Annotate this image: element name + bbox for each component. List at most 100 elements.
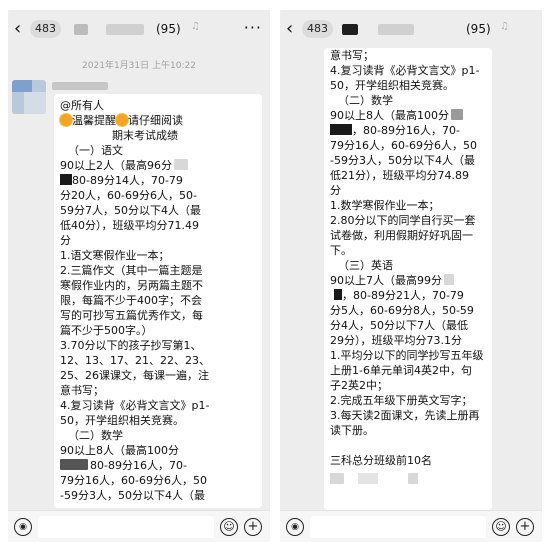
sun-emoji-icon [116,114,128,126]
message-line: 4.复习读背《必背文言文》p1- [60,399,210,412]
sender-avatar[interactable] [12,80,46,114]
back-arrow-icon[interactable]: ‹ [14,19,28,39]
input-bar: ◉ ☺ + [8,510,270,542]
message-line: （二）数学 [68,429,123,442]
message-line: 79分16人，60-69分6人，50 [60,474,207,487]
redacted-text [444,274,454,285]
message-line: 59分7人，50分以下4人（最 [60,204,201,217]
message-line: 限，每篇不少于400字；不会 [60,294,202,307]
message-line: 25、26课课文，每课一遍，注 [60,369,209,382]
message-line: 1.平均分以下的同学抄写五年级 [330,349,484,362]
message-line: 90以上8人（最高100分 [330,108,486,123]
message-line: 2.完成五年级下册英文写字； [330,394,473,407]
message-line: ，80-89分21人，70-79 [330,288,486,303]
plus-icon[interactable]: + [516,518,534,536]
message-line: 篇不少于500字。） [60,324,153,337]
member-count: (95) [156,22,181,36]
message-timestamp: 2021年1月31日 上午10:22 [82,61,196,71]
message-line: 80-89分16人，70- [60,458,256,473]
message-line: 意书写； [330,49,374,62]
message-line: 2.80分以下的同学自行买一套 [330,214,476,227]
input-bar: ◉ ☺ + [280,510,542,542]
message-line: 分4人，50分以下7人（最低 [330,319,468,332]
message-line: 2.三篇作文（其中一篇主题是 [60,264,203,277]
redacted-text [330,124,352,135]
message-line: 低40分），班级平均分71.49 [60,219,199,232]
message-line: 90以上8人（最高100分 [60,444,179,457]
group-name-redacted [378,24,414,35]
unread-count-badge[interactable]: 483 [30,20,61,38]
chat-header: ‹ 483 (95) ♫ [280,10,542,50]
message-line: 分 [330,184,341,197]
message-line: 50，开学组织相关竞赛。 [60,414,184,427]
plus-icon[interactable]: + [244,518,262,536]
message-line: 1.语文寒假作业一本； [60,249,170,262]
group-name-redacted [74,24,88,35]
message-line: 下。 [330,244,352,257]
mute-bell-icon: ♫ [191,21,200,32]
message-line: 1.数学寒假作业一本； [330,199,440,212]
group-name-redacted [106,24,144,35]
voice-input-icon[interactable]: ◉ [286,518,304,536]
chat-screen-right: ‹ 483 (95) ♫ 意书写； 4.复习读背《必背文言文》p1- 50，开学… [280,10,542,542]
message-line: 试卷做，利用假期好好巩固一 [330,229,473,242]
message-line: -59分3人，50分以下4人（最 [330,154,475,167]
sender-name-redacted [52,82,108,90]
mention-all: @所有人 [60,99,104,112]
message-line: 读下册。 [330,424,374,437]
message-line: （三）英语 [338,259,393,272]
message-line: 意书写； [60,384,104,397]
message-bubble[interactable]: 意书写； 4.复习读背《必背文言文》p1- 50，开学组织相关竞赛。 （二）数学… [324,48,492,510]
message-line: 90以上7人（最高99分 [330,273,486,288]
redacted-text [358,473,378,484]
redacted-text [451,109,463,120]
redacted-text [60,174,72,185]
back-arrow-icon[interactable]: ‹ [286,19,300,39]
message-line: （一）语文 [68,144,123,157]
message-line: 3.70分以下的孩子抄写第1、 [60,339,202,352]
emoji-icon[interactable]: ☺ [220,518,238,536]
message-line: 3.每天读2面课文，先读上册再 [330,409,480,422]
unread-count-badge[interactable]: 483 [302,20,333,38]
message-line: 29分），班级平均分73.1分 [330,334,462,347]
redacted-text [60,459,88,470]
message-line: 写的可抄写五篇优秀作文，每 [60,309,203,322]
chat-screen-left: ‹ 483 (95) ♫ ··· 2021年1月31日 上午10:22 @所有人… [8,10,270,542]
message-line: 79分16人，60-69分6人，50 [330,139,477,152]
message-line: 分5人，60-69分8人，50-59 [330,304,474,317]
chat-header: ‹ 483 (95) ♫ ··· [8,10,270,50]
message-line: 子2英2中； [330,379,388,392]
redacted-text [174,159,188,170]
message-line: 寒假作业内的，另两篇主题不 [60,279,203,292]
message-line: 低21分），班级平均分74.89 [330,169,469,182]
message-line: ，80-89分16人，70- [330,123,486,138]
message-line: 4.复习读背《必背文言文》p1- [330,64,480,77]
redacted-text [330,473,344,484]
message-line: 三科总分班级前10名 [330,454,432,467]
message-line: 分20人，60-69分6人，50- [60,189,197,202]
message-line: 80-89分14人，70-79 [60,173,256,188]
redacted-text [334,289,342,300]
message-line: 90以上2人（最高96分 [60,158,256,173]
message-line: 期末考试成绩 [112,129,178,142]
message-line: 50，开学组织相关竞赛。 [330,79,454,92]
emoji-icon[interactable]: ☺ [492,518,510,536]
message-line: 上册1-6单元单词4英2中，句 [330,364,472,377]
group-name-redacted [342,24,358,35]
mute-bell-icon: ♫ [500,21,509,32]
message-line: -59分3人，50分以下4人（最 [60,489,205,502]
member-count: (95) [466,22,491,36]
voice-input-icon[interactable]: ◉ [14,518,32,536]
message-line [330,472,486,487]
message-line: 12、13、17、21、22、23、 [60,354,210,367]
message-line: （二）数学 [338,94,393,107]
message-input[interactable] [38,516,214,538]
message-line: 分 [60,234,71,247]
more-options-icon[interactable]: ··· [244,18,262,37]
sun-emoji-icon [60,114,72,126]
message-line: 温馨提醒 请仔细阅读 [60,113,256,128]
message-bubble[interactable]: @所有人 温馨提醒 请仔细阅读 期末考试成绩 （一）语文 90以上2人（最高96分… [54,94,262,508]
message-input[interactable] [310,516,486,538]
redacted-text [408,473,418,484]
